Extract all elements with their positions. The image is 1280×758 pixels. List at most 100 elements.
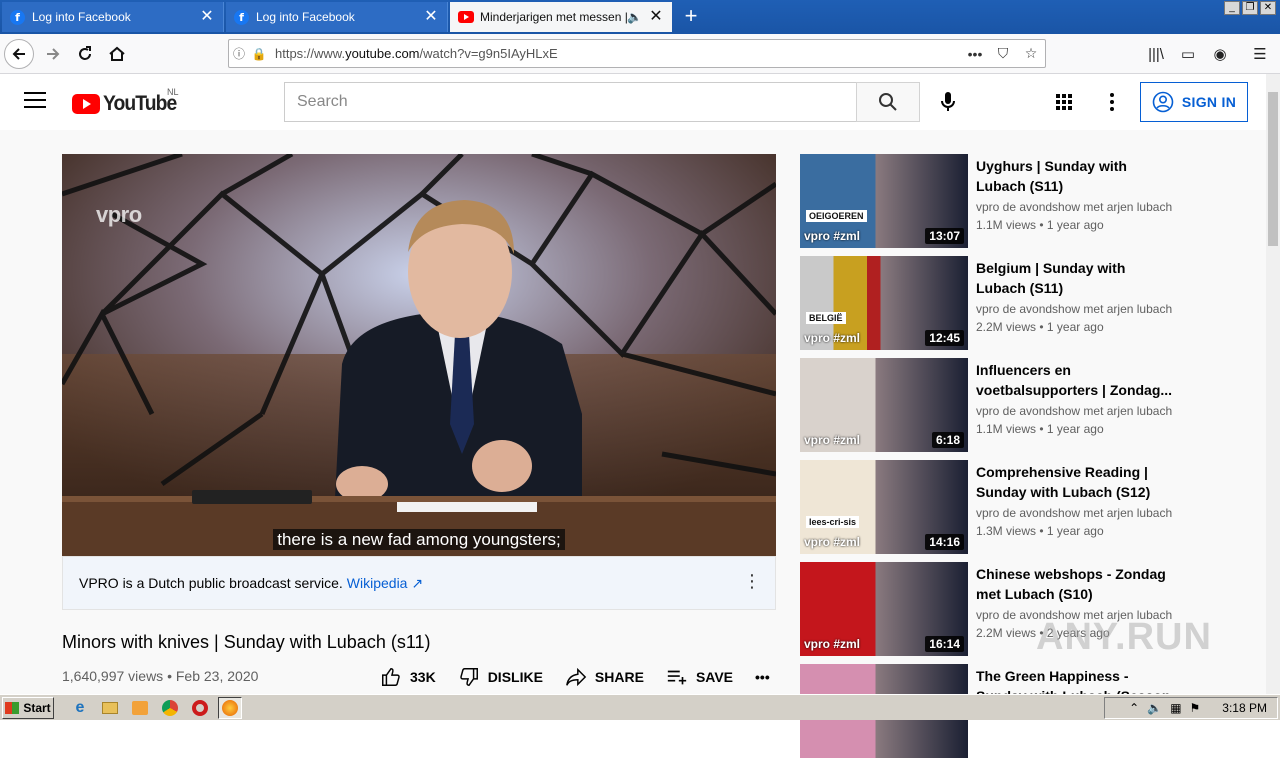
info-panel: VPRO is a Dutch public broadcast service… bbox=[62, 556, 776, 610]
recommended-meta: 1.3M views • 1 year ago bbox=[976, 524, 1104, 538]
window-controls: _ ❐ ✕ bbox=[1224, 1, 1276, 15]
browser-tab[interactable]: f Log into Facebook ✕ bbox=[2, 2, 224, 32]
home-icon bbox=[109, 46, 125, 61]
speaker-icon[interactable]: 🔈 bbox=[627, 10, 642, 24]
reload-button[interactable] bbox=[70, 39, 100, 69]
video-thumbnail[interactable]: vpro #zml 16:14 bbox=[800, 562, 968, 656]
forward-button[interactable] bbox=[38, 39, 68, 69]
start-label: Start bbox=[23, 700, 51, 715]
search-input[interactable]: Search bbox=[284, 82, 857, 122]
browser-tab[interactable]: f Log into Facebook ✕ bbox=[226, 2, 448, 32]
search-button[interactable] bbox=[856, 82, 920, 122]
tray-expand-icon[interactable]: ⌃ bbox=[1129, 701, 1139, 715]
close-tab-icon[interactable]: ✕ bbox=[199, 9, 215, 25]
url-bar[interactable]: ⓘ 🔒 https://www.youtube.com/watch?v=g9n5… bbox=[228, 39, 1046, 68]
share-icon bbox=[566, 667, 587, 687]
channel-name[interactable]: vpro de avondshow met arjen lubach bbox=[976, 302, 1172, 316]
browser-tab-active[interactable]: Minderjarigen met messen | Zo 🔈 ✕ bbox=[450, 2, 672, 32]
channel-name[interactable]: vpro de avondshow met arjen lubach bbox=[976, 404, 1172, 418]
video-frame-image bbox=[62, 154, 776, 556]
home-button[interactable] bbox=[102, 39, 132, 69]
watch-page: vpro there is a new fad among youngsters… bbox=[0, 130, 1266, 758]
back-button[interactable] bbox=[4, 39, 34, 69]
channel-name[interactable]: vpro de avondshow met arjen lubach bbox=[976, 506, 1172, 520]
folder-icon[interactable] bbox=[98, 697, 122, 719]
close-tab-icon[interactable]: ✕ bbox=[648, 9, 664, 25]
video-thumbnail[interactable]: OEIGOEREN vpro #zml 13:07 bbox=[800, 154, 968, 248]
clock: 3:18 PM bbox=[1222, 701, 1267, 715]
menu-icon[interactable]: ☰ bbox=[1246, 39, 1274, 69]
share-button[interactable]: SHARE bbox=[565, 666, 644, 688]
share-label: SHARE bbox=[594, 669, 644, 685]
channel-name[interactable]: vpro de avondshow met arjen lubach bbox=[976, 200, 1172, 214]
apps-grid-icon[interactable] bbox=[1052, 90, 1076, 114]
thumbnail-text: lees-cri-sis bbox=[806, 516, 860, 528]
pocket-icon[interactable]: ⛉ bbox=[989, 45, 1017, 62]
new-tab-button[interactable]: + bbox=[678, 4, 704, 30]
thumbs-down-icon bbox=[459, 668, 478, 686]
volume-icon[interactable]: 🔈 bbox=[1147, 701, 1162, 715]
video-player[interactable]: vpro there is a new fad among youngsters… bbox=[62, 154, 776, 556]
network-icon[interactable]: ▦ bbox=[1170, 701, 1181, 715]
youtube-logo[interactable]: YouTube NL bbox=[72, 87, 183, 116]
recommended-title[interactable]: Belgium | Sunday with Lubach (S11) bbox=[976, 258, 1176, 298]
recommended-title[interactable]: Influencers en voetbalsupporters | Zonda… bbox=[976, 360, 1176, 400]
hamburger-menu-icon[interactable] bbox=[24, 92, 46, 110]
firefox-icon[interactable] bbox=[218, 696, 242, 719]
video-thumbnail[interactable]: lees-cri-sis vpro #zml 14:16 bbox=[800, 460, 968, 554]
windows-logo-icon bbox=[5, 701, 20, 714]
browser-tab-strip: f Log into Facebook ✕ f Log into Faceboo… bbox=[0, 0, 1280, 34]
anyrun-watermark: ANY.RUN bbox=[1036, 616, 1212, 658]
scrollbar-thumb[interactable] bbox=[1268, 92, 1278, 246]
opera-icon[interactable] bbox=[188, 697, 212, 719]
recommended-video[interactable]: OEIGOEREN vpro #zml 13:07 Uyghurs | Sund… bbox=[800, 154, 1200, 248]
recommended-title[interactable]: Comprehensive Reading | Sunday with Luba… bbox=[976, 462, 1176, 502]
internet-explorer-icon[interactable]: e bbox=[68, 697, 92, 719]
sign-in-button[interactable]: SIGN IN bbox=[1140, 82, 1248, 122]
page-actions-icon[interactable]: ••• bbox=[961, 46, 989, 62]
library-icon[interactable]: |||\ bbox=[1142, 39, 1170, 69]
logo-text: YouTube bbox=[103, 92, 177, 115]
settings-more-icon[interactable] bbox=[1100, 90, 1124, 114]
thumbnail-brand: vpro #zml bbox=[804, 433, 861, 447]
dislike-label: DISLIKE bbox=[487, 669, 543, 685]
chrome-icon[interactable] bbox=[158, 697, 182, 719]
sidebar-icon[interactable]: ▭ bbox=[1174, 39, 1202, 69]
like-button[interactable]: 33K bbox=[380, 666, 436, 688]
more-actions-icon[interactable]: ••• bbox=[755, 669, 770, 685]
thumbnail-text: OEIGOEREN bbox=[806, 210, 867, 222]
page-scrollbar[interactable] bbox=[1266, 74, 1280, 694]
video-thumbnail[interactable]: vpro #zml 6:18 bbox=[800, 358, 968, 452]
flag-icon[interactable]: ⚑ bbox=[1190, 701, 1201, 715]
video-thumbnail[interactable]: BELGIË vpro #zml 12:45 bbox=[800, 256, 968, 350]
bookmark-star-icon[interactable]: ☆ bbox=[1017, 45, 1045, 62]
recommended-video[interactable]: vpro #zml 6:18 Influencers en voetbalsup… bbox=[800, 358, 1200, 452]
search-icon bbox=[879, 93, 897, 111]
recommended-title[interactable]: Uyghurs | Sunday with Lubach (S11) bbox=[976, 156, 1176, 196]
recommended-video[interactable]: lees-cri-sis vpro #zml 14:16 Comprehensi… bbox=[800, 460, 1200, 554]
lock-icon[interactable]: 🔒 bbox=[249, 47, 269, 61]
account-icon[interactable]: ◉ bbox=[1206, 39, 1234, 69]
save-label: SAVE bbox=[695, 669, 734, 685]
microphone-icon bbox=[941, 92, 955, 111]
maximize-button[interactable]: ❐ bbox=[1242, 1, 1258, 15]
minimize-button[interactable]: _ bbox=[1224, 1, 1240, 15]
close-tab-icon[interactable]: ✕ bbox=[423, 9, 439, 25]
recommended-title[interactable]: Chinese webshops - Zondag met Lubach (S1… bbox=[976, 564, 1176, 604]
info-icon[interactable]: ⓘ bbox=[229, 45, 249, 62]
start-button[interactable]: Start bbox=[2, 696, 54, 719]
voice-search-button[interactable] bbox=[930, 86, 966, 118]
recommended-meta: 2.2M views • 1 year ago bbox=[976, 320, 1104, 334]
dislike-button[interactable]: DISLIKE bbox=[458, 666, 543, 688]
close-window-button[interactable]: ✕ bbox=[1260, 1, 1276, 15]
save-button[interactable]: SAVE bbox=[666, 666, 733, 688]
thumbs-up-icon bbox=[382, 668, 400, 686]
country-code: NL bbox=[167, 87, 179, 97]
youtube-icon bbox=[458, 11, 474, 23]
recommended-video[interactable]: BELGIË vpro #zml 12:45 Belgium | Sunday … bbox=[800, 256, 1200, 350]
url-text[interactable]: https://www.youtube.com/watch?v=g9n5IAyH… bbox=[269, 46, 961, 61]
info-text: VPRO is a Dutch public broadcast service… bbox=[79, 575, 343, 591]
media-player-icon[interactable] bbox=[128, 697, 152, 719]
wikipedia-link[interactable]: Wikipedia ↗ bbox=[347, 575, 423, 592]
info-more-icon[interactable]: ⋮ bbox=[743, 571, 761, 592]
